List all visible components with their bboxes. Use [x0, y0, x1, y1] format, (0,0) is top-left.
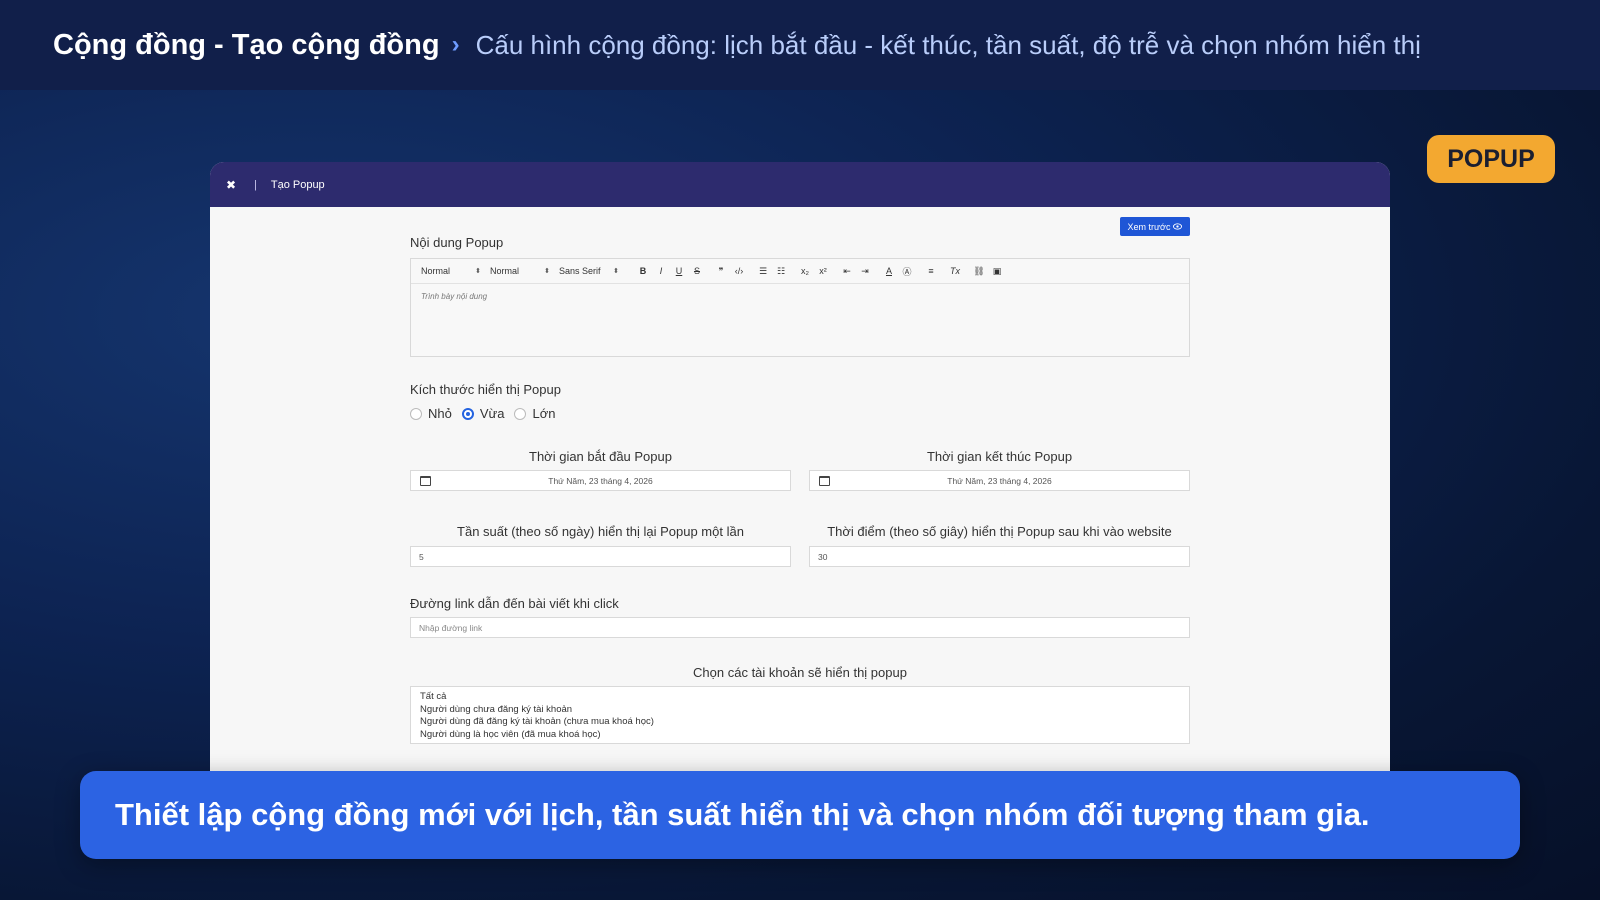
caption-banner: Thiết lập cộng đồng mới với lịch, tần su…	[80, 771, 1520, 859]
subscript-icon[interactable]: x₂	[796, 266, 814, 276]
form-content: Xem trước Nội dung Popup Normal ⬍ Normal ⬍…	[210, 207, 1390, 802]
size-radio-group: Nhỏ Vừa Lớn	[410, 406, 565, 421]
ordered-list-icon[interactable]: ☰	[754, 266, 772, 277]
radio-small-dot[interactable]	[410, 407, 422, 420]
size-label: Kích thước hiển thị Popup	[410, 382, 561, 397]
indent-icon[interactable]: ⇥	[856, 266, 874, 277]
popup-badge: POPUP	[1427, 135, 1555, 183]
app-window: ✖ | Tạo Popup Xem trước Nội dung Popup N…	[210, 162, 1390, 802]
calendar-icon	[420, 476, 431, 486]
radio-medium-dot[interactable]	[461, 407, 474, 420]
radio-large[interactable]: Lớn	[514, 406, 555, 421]
eye-icon	[1173, 222, 1183, 232]
account-option[interactable]: Người dùng là học viên (đã mua khoá học)	[420, 729, 1180, 742]
size-select[interactable]: Normal ⬍	[490, 266, 550, 276]
radio-medium[interactable]: Vừa	[461, 406, 504, 421]
radio-large-dot[interactable]	[514, 407, 527, 420]
link-label: Đường link dẫn đến bài viết khi click	[410, 596, 619, 611]
superscript-icon[interactable]: x²	[814, 266, 832, 276]
frequency-value: 5	[419, 551, 424, 562]
close-icon[interactable]: ✖	[226, 178, 240, 192]
link-input[interactable]: Nhập đường link	[410, 617, 1190, 638]
delay-label: Thời điểm (theo số giây) hiển thị Popup …	[827, 524, 1172, 539]
rich-text-editor: Normal ⬍ Normal ⬍ Sans Serif ⬍ B I U S ❞ ‹/…	[410, 258, 1190, 357]
end-time-value: Thứ Năm, 23 tháng 4, 2026	[947, 475, 1052, 486]
window-title: Tạo Popup	[270, 178, 325, 191]
delay-value: 30	[818, 551, 828, 562]
editor-body[interactable]: Trình bày nội dung	[411, 284, 1189, 309]
header-divider: |	[254, 178, 257, 191]
account-option[interactable]: Tất cả	[420, 691, 1180, 704]
page-subtitle: Cấu hình cộng đồng: lịch bắt đầu - kết t…	[475, 29, 1421, 60]
underline-icon[interactable]: U	[670, 266, 688, 276]
bullet-list-icon[interactable]: ☷	[772, 266, 790, 277]
frequency-input[interactable]: 5	[410, 546, 791, 567]
end-time-label: Thời gian kết thúc Popup	[926, 449, 1073, 464]
header-select[interactable]: Normal ⬍	[421, 266, 481, 276]
breadcrumb-chevron-icon: ›	[451, 31, 460, 58]
text-color-icon[interactable]: A	[880, 266, 898, 276]
accounts-label: Chọn các tài khoản sẽ hiển thị popup	[693, 665, 907, 680]
strike-icon[interactable]: S	[688, 266, 706, 276]
account-option[interactable]: Người dùng chưa đăng ký tài khoản	[420, 704, 1180, 717]
font-select[interactable]: Sans Serif ⬍	[559, 266, 619, 276]
page-title: Cộng đồng - Tạo cộng đồng	[53, 28, 440, 61]
outdent-icon[interactable]: ⇤	[838, 266, 856, 277]
image-icon[interactable]: ▣	[988, 266, 1006, 277]
end-time-field[interactable]: Thứ Năm, 23 tháng 4, 2026	[809, 470, 1190, 491]
italic-icon[interactable]: I	[652, 266, 670, 276]
accounts-select[interactable]: Tất cả Người dùng chưa đăng ký tài khoản…	[410, 686, 1190, 744]
radio-small[interactable]: Nhỏ	[410, 406, 452, 421]
blockquote-icon[interactable]: ❞	[712, 266, 730, 277]
link-placeholder: Nhập đường link	[419, 622, 483, 633]
editor-placeholder: Trình bày nội dung	[421, 292, 488, 301]
start-time-label: Thời gian bắt đầu Popup	[529, 449, 672, 464]
account-option[interactable]: Người dùng đã đăng ký tài khoản (chưa mu…	[420, 716, 1180, 729]
start-time-value: Thứ Năm, 23 tháng 4, 2026	[548, 475, 653, 486]
background-color-icon[interactable]: Ⓐ	[898, 265, 916, 278]
code-icon[interactable]: ‹/›	[730, 266, 748, 276]
window-header: ✖ | Tạo Popup	[210, 162, 1390, 207]
preview-button[interactable]: Xem trước	[1120, 217, 1190, 236]
calendar-icon	[819, 476, 830, 486]
clear-format-icon[interactable]: Tx	[946, 266, 964, 276]
page-header: Cộng đồng - Tạo cộng đồng › Cấu hình cộn…	[0, 0, 1600, 90]
align-icon[interactable]: ≡	[922, 266, 940, 276]
frequency-label: Tần suất (theo số ngày) hiển thị lại Pop…	[457, 524, 744, 539]
content-label: Nội dung Popup	[410, 235, 504, 250]
preview-button-label: Xem trước	[1127, 221, 1171, 232]
start-time-field[interactable]: Thứ Năm, 23 tháng 4, 2026	[410, 470, 791, 491]
bold-icon[interactable]: B	[634, 266, 652, 276]
link-icon[interactable]: ⛓	[970, 266, 988, 277]
delay-input[interactable]: 30	[809, 546, 1190, 567]
editor-toolbar: Normal ⬍ Normal ⬍ Sans Serif ⬍ B I U S ❞ ‹/…	[411, 259, 1189, 284]
